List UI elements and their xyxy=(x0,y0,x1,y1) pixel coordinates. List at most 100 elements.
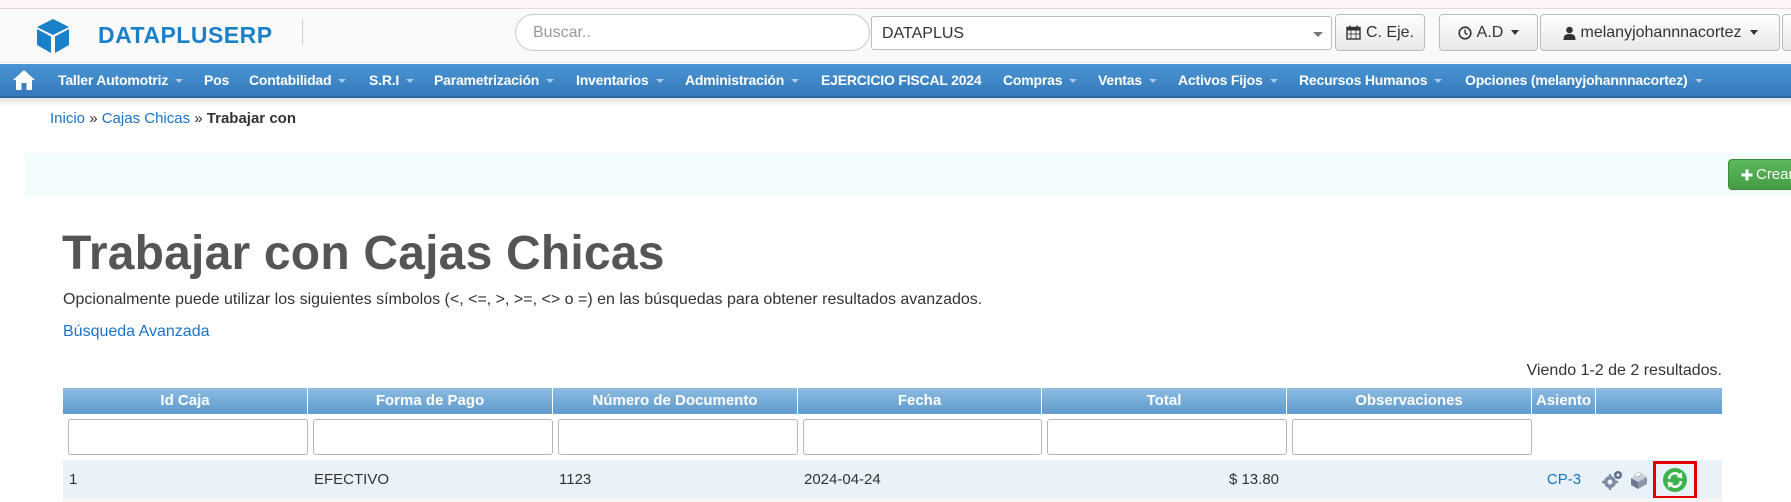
breadcrumb-parent-link[interactable]: Cajas Chicas xyxy=(102,110,190,127)
chevron-down-icon xyxy=(1511,30,1520,35)
filter-cell xyxy=(553,414,798,460)
brand-name[interactable]: DATAPLUSERP xyxy=(98,22,273,49)
nav-recursos-humanos[interactable]: Recursos Humanos xyxy=(1299,72,1443,88)
nav-label: Parametrización xyxy=(434,72,540,88)
nav-label: Inventarios xyxy=(576,72,649,88)
ad-label: A.D xyxy=(1476,23,1504,41)
nav-contabilidad[interactable]: Contabilidad xyxy=(249,72,347,88)
advanced-search-link[interactable]: Búsqueda Avanzada xyxy=(63,323,210,341)
print-icon[interactable] xyxy=(1627,469,1649,491)
chevron-down-icon xyxy=(338,79,347,84)
clock-icon xyxy=(1458,25,1472,40)
search-help-text: Opcionalmente puede utilizar los siguien… xyxy=(63,291,983,308)
search-input[interactable] xyxy=(515,14,870,51)
nav-label: Pos xyxy=(204,72,230,88)
highlighted-refresh-action[interactable] xyxy=(1653,460,1697,499)
chevron-down-icon xyxy=(1269,79,1278,84)
nav-label: Recursos Humanos xyxy=(1299,72,1428,88)
user-name: melanyjohannnacortez xyxy=(1580,23,1742,41)
top-strip xyxy=(0,0,1791,9)
filter-cell xyxy=(308,414,553,460)
nav-ejercicio-fiscal[interactable]: EJERCICIO FISCAL 2024 xyxy=(821,72,982,88)
nav-inventarios[interactable]: Inventarios xyxy=(576,72,664,88)
nav-taller-automotriz[interactable]: Taller Automotriz xyxy=(58,72,184,88)
nav-label: S.R.I xyxy=(369,72,400,88)
fiscal-period-label: C. Eje. xyxy=(1365,23,1414,41)
column-header-fecha[interactable]: Fecha xyxy=(798,388,1042,414)
chevron-down-icon xyxy=(791,79,800,84)
filter-observaciones-input[interactable] xyxy=(1292,419,1532,455)
breadcrumb-separator: » xyxy=(194,110,203,127)
chevron-down-icon xyxy=(1148,79,1157,84)
company-select-value: DATAPLUS xyxy=(882,25,965,42)
column-header-forma-pago[interactable]: Forma de Pago xyxy=(308,388,553,414)
filter-cell xyxy=(63,414,308,460)
nav-label: Contabilidad xyxy=(249,72,332,88)
filter-fecha-input[interactable] xyxy=(803,419,1042,455)
breadcrumb: Inicio » Cajas Chicas » Trabajar con xyxy=(50,110,296,127)
nav-administracion[interactable]: Administración xyxy=(685,72,800,88)
nav-opciones[interactable]: Opciones (melanyjohannnacortez) xyxy=(1465,72,1703,88)
cell-forma-pago: EFECTIVO xyxy=(314,471,390,488)
extra-header-button[interactable] xyxy=(1782,14,1791,51)
chevron-down-icon xyxy=(1069,79,1078,84)
filter-numero-documento-input[interactable] xyxy=(558,419,798,455)
cube-logo-icon[interactable] xyxy=(33,16,73,56)
home-icon[interactable] xyxy=(12,69,36,91)
fiscal-period-button[interactable]: C. Eje. xyxy=(1335,14,1425,51)
nav-label: Activos Fijos xyxy=(1178,72,1263,88)
table-filter-row xyxy=(63,414,1722,460)
nav-label: Opciones (melanyjohannnacortez) xyxy=(1465,72,1688,88)
nav-label: Ventas xyxy=(1098,72,1142,88)
breadcrumb-separator: » xyxy=(89,110,98,127)
nav-sri[interactable]: S.R.I xyxy=(369,72,415,88)
chevron-down-icon xyxy=(1694,79,1703,84)
brand-divider xyxy=(302,19,303,45)
nav-label: Administración xyxy=(685,72,785,88)
main-navbar: Taller Automotriz Pos Contabilidad S.R.I… xyxy=(0,64,1791,98)
filter-forma-pago-input[interactable] xyxy=(313,419,553,455)
cell-asiento-link[interactable]: CP-3 xyxy=(1532,471,1596,488)
nav-pos[interactable]: Pos xyxy=(204,72,229,88)
filter-cell xyxy=(1596,414,1722,460)
column-header-id-caja[interactable]: Id Caja xyxy=(63,388,308,414)
nav-ventas[interactable]: Ventas xyxy=(1098,72,1157,88)
cell-id-caja: 1 xyxy=(69,471,78,488)
nav-label: Taller Automotriz xyxy=(58,72,169,88)
table-header-row: Id Caja Forma de Pago Número de Document… xyxy=(63,388,1722,414)
chevron-down-icon xyxy=(1313,32,1323,37)
results-summary: Viendo 1-2 de 2 resultados. xyxy=(1526,362,1722,379)
column-header-observaciones[interactable]: Observaciones xyxy=(1287,388,1532,414)
nav-compras[interactable]: Compras xyxy=(1003,72,1078,88)
column-header-total[interactable]: Total xyxy=(1042,388,1287,414)
nav-parametrizacion[interactable]: Parametrización xyxy=(434,72,555,88)
user-menu-button[interactable]: melanyjohannnacortez xyxy=(1540,14,1780,51)
table-row[interactable]: 1 EFECTIVO 1123 2024-04-24 $ 13.80 CP-3 xyxy=(63,460,1722,499)
nav-label: Compras xyxy=(1003,72,1063,88)
company-select[interactable]: DATAPLUS xyxy=(871,16,1332,50)
gears-icon[interactable] xyxy=(1602,469,1624,491)
column-header-asiento[interactable]: Asiento xyxy=(1532,388,1596,414)
cell-numero-documento: 1123 xyxy=(559,471,592,488)
nav-activos-fijos[interactable]: Activos Fijos xyxy=(1178,72,1278,88)
breadcrumb-home-link[interactable]: Inicio xyxy=(50,110,85,127)
plus-icon xyxy=(1741,169,1753,180)
filter-id-caja-input[interactable] xyxy=(68,419,308,455)
create-button-label: Crear xyxy=(1756,166,1791,183)
cell-fecha: 2024-04-24 xyxy=(804,471,881,488)
info-bar xyxy=(25,153,1791,196)
petty-cash-table: Id Caja Forma de Pago Número de Document… xyxy=(63,388,1722,499)
filter-total-input[interactable] xyxy=(1047,419,1287,455)
chevron-down-icon xyxy=(1434,79,1443,84)
cell-total: $ 13.80 xyxy=(1228,471,1279,488)
ad-dropdown-button[interactable]: A.D xyxy=(1439,14,1538,51)
create-button[interactable]: Crear xyxy=(1728,159,1791,190)
chevron-down-icon xyxy=(655,79,664,84)
filter-cell xyxy=(1287,414,1532,460)
page-title: Trabajar con Cajas Chicas xyxy=(62,227,665,280)
column-header-actions xyxy=(1596,388,1722,414)
filter-cell xyxy=(798,414,1042,460)
column-header-numero-documento[interactable]: Número de Documento xyxy=(553,388,798,414)
refresh-icon[interactable] xyxy=(1662,467,1688,493)
table-next-row-edge xyxy=(63,498,1722,502)
